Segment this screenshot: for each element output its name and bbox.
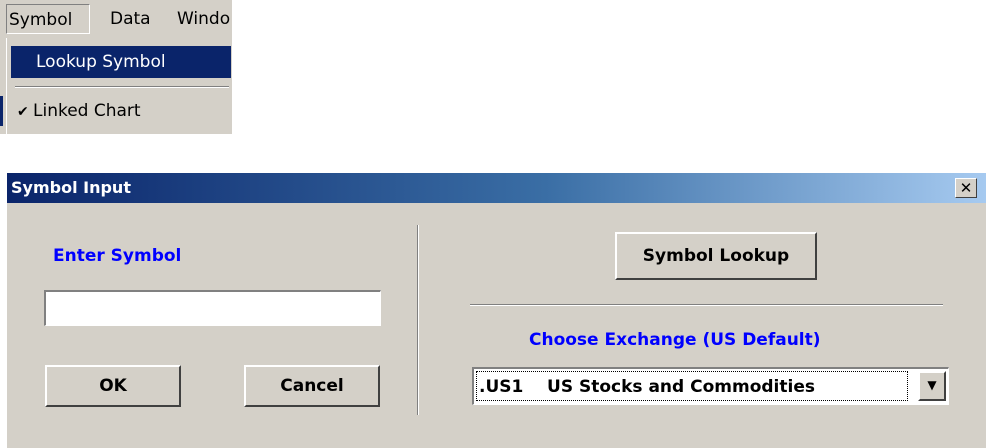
menubar: Symbol Data Windo bbox=[0, 0, 232, 38]
menu-separator bbox=[15, 86, 229, 88]
cancel-button[interactable]: Cancel bbox=[244, 365, 380, 407]
symbol-lookup-button[interactable]: Symbol Lookup bbox=[615, 232, 817, 280]
menu-item-linked-chart[interactable]: ✔ Linked Chart bbox=[11, 95, 231, 127]
dialog-title: Symbol Input bbox=[11, 178, 131, 197]
menu-fragment: Symbol Data Windo Lookup Symbol ✔ Linked… bbox=[0, 0, 232, 134]
checkmark-icon: ✔ bbox=[17, 104, 29, 120]
dropdown-arrow-button[interactable]: ▼ bbox=[918, 371, 946, 401]
chevron-down-icon: ▼ bbox=[927, 378, 937, 392]
close-icon: ✕ bbox=[959, 179, 973, 197]
menu-window[interactable]: Windo bbox=[177, 4, 232, 34]
linked-chart-focus-accent bbox=[0, 96, 3, 126]
menu-symbol[interactable]: Symbol bbox=[6, 4, 90, 34]
menu-item-lookup-symbol[interactable]: Lookup Symbol bbox=[11, 46, 231, 78]
choose-exchange-label: Choose Exchange (US Default) bbox=[529, 330, 821, 350]
ok-button[interactable]: OK bbox=[45, 365, 181, 407]
enter-symbol-label: Enter Symbol bbox=[53, 246, 182, 266]
menu-data[interactable]: Data bbox=[110, 4, 151, 34]
exchange-selected-value: .US1 US Stocks and Commodities bbox=[476, 371, 908, 401]
symbol-input[interactable] bbox=[44, 290, 381, 326]
close-button[interactable]: ✕ bbox=[955, 178, 977, 198]
vertical-divider bbox=[417, 225, 419, 415]
symbol-dropdown-menu: Lookup Symbol ✔ Linked Chart bbox=[6, 38, 232, 134]
dialog-titlebar[interactable]: Symbol Input ✕ bbox=[7, 173, 986, 203]
linked-chart-label: Linked Chart bbox=[33, 101, 141, 121]
exchange-select[interactable]: .US1 US Stocks and Commodities ▼ bbox=[472, 367, 949, 405]
symbol-input-dialog: Symbol Input ✕ Enter Symbol OK Cancel Sy… bbox=[6, 172, 986, 448]
horizontal-divider bbox=[470, 304, 943, 306]
